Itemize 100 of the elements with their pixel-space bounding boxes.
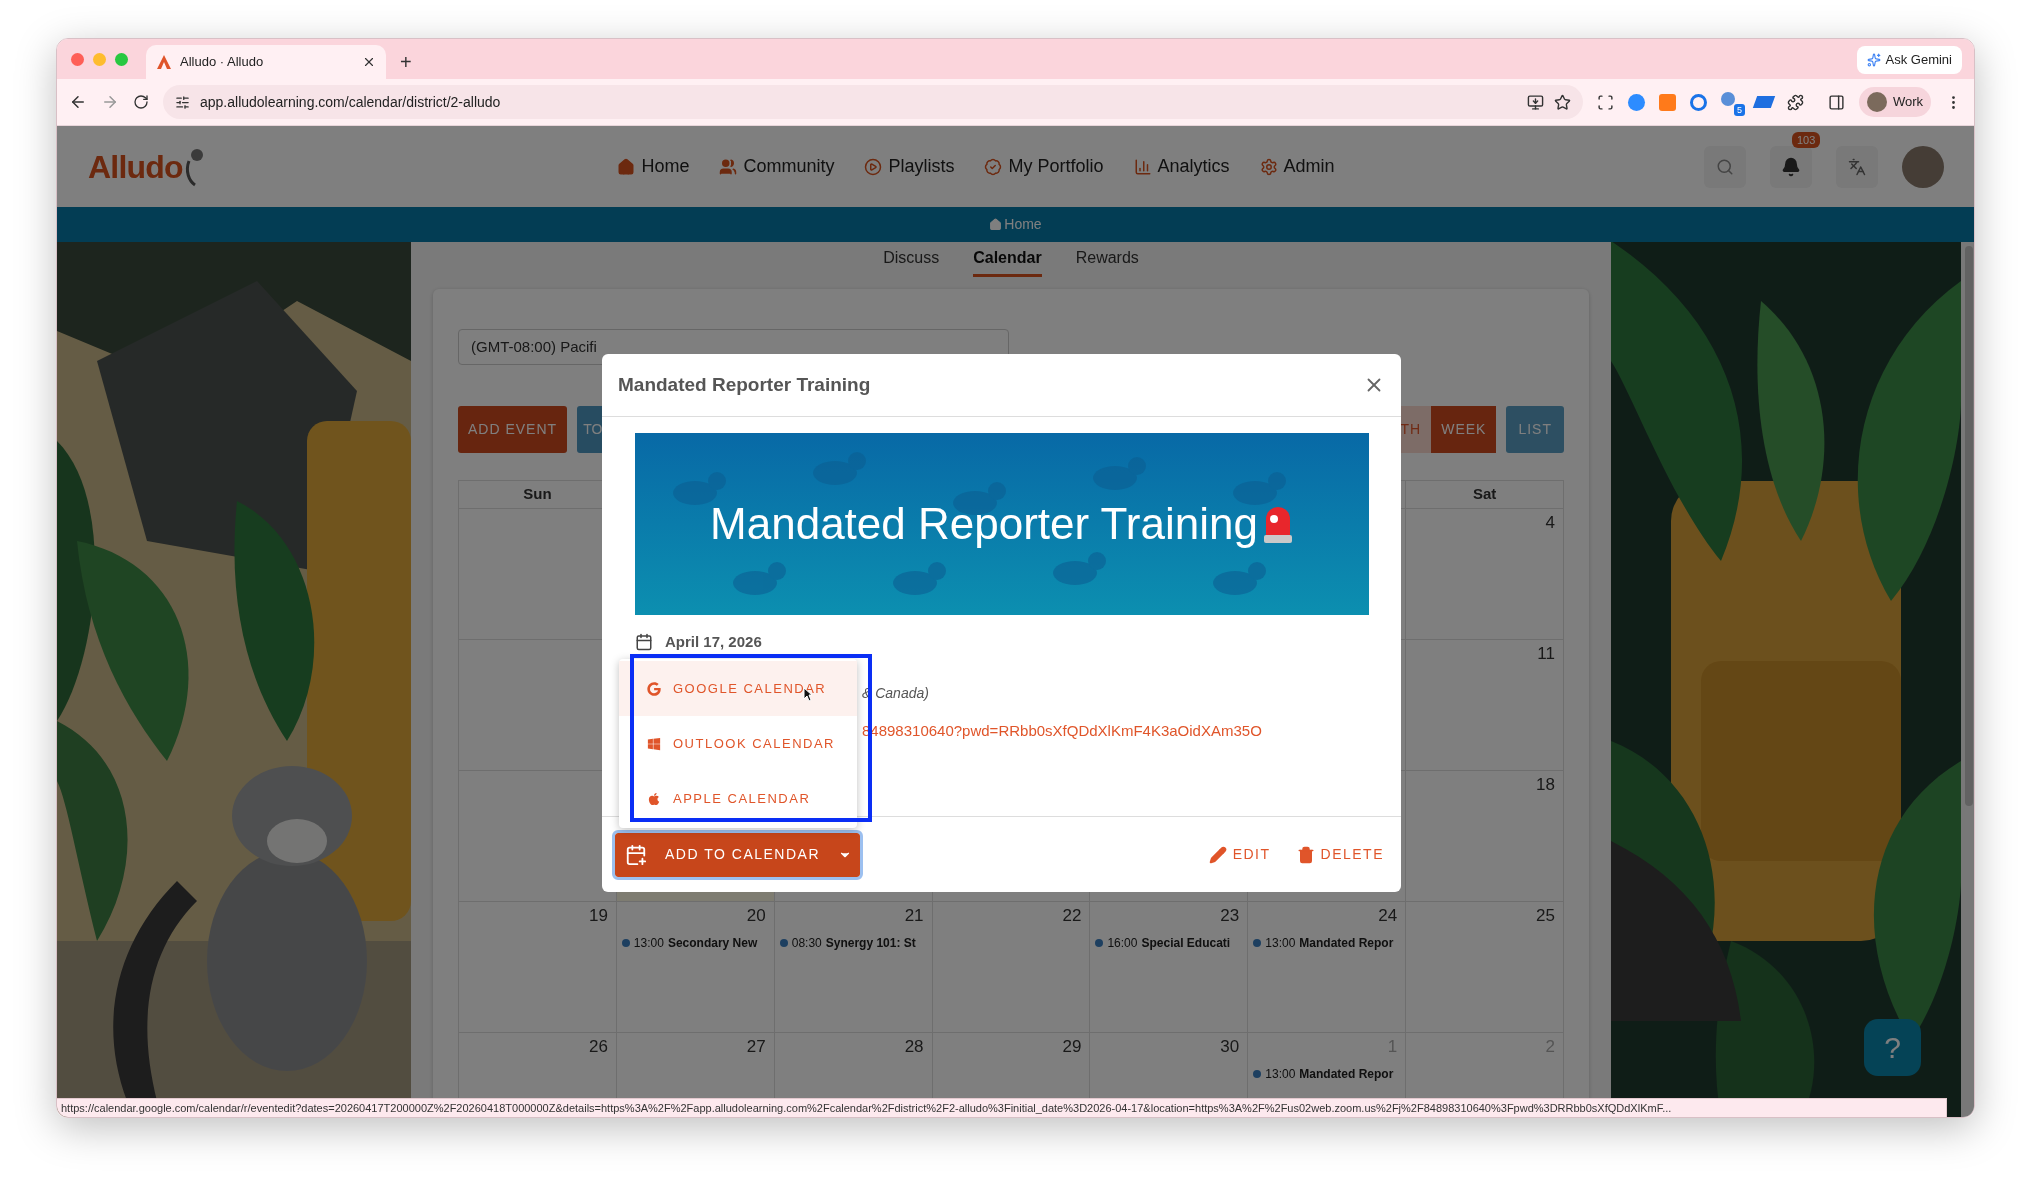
close-tab-icon[interactable] <box>362 55 376 69</box>
calendar-plus-icon <box>625 843 647 866</box>
day-number[interactable]: 11 <box>1537 641 1555 667</box>
event-time: 13:00 <box>633 935 664 952</box>
extension-icon[interactable] <box>1720 92 1735 106</box>
page-tab[interactable]: Rewards <box>1075 242 1139 277</box>
url-text: app.alludolearning.com/calendar/district/2-alludo <box>200 92 502 112</box>
weekday-header: Sat <box>1472 484 1497 505</box>
day-number[interactable]: 21 <box>904 903 924 929</box>
extensions-icon[interactable] <box>1786 93 1804 111</box>
translate-button[interactable] <box>1836 145 1878 188</box>
calendar-event[interactable]: 13:00 Secondary New <box>616 934 774 952</box>
side-panel-icon[interactable] <box>1827 93 1845 111</box>
nav-link[interactable]: Analytics <box>1133 153 1230 180</box>
page-tab[interactable]: Calendar <box>973 242 1042 277</box>
help-button[interactable]: ? <box>1864 1019 1921 1076</box>
day-number[interactable]: 26 <box>588 1034 608 1060</box>
extension-icon[interactable] <box>1752 96 1776 108</box>
gear-icon <box>1259 157 1278 176</box>
calendar-event[interactable]: 13:00 Mandated Repor <box>1248 1065 1406 1083</box>
day-number[interactable]: 18 <box>1536 772 1555 798</box>
event-time: 13:00 <box>1265 1066 1296 1083</box>
browser-tab[interactable]: Alludo · Alludo <box>146 45 386 79</box>
day-number[interactable]: 22 <box>1062 903 1082 929</box>
notifications-button[interactable] <box>1770 145 1812 188</box>
ask-gemini-button[interactable]: Ask Gemini <box>1856 46 1962 74</box>
calendar-menu-item[interactable]: GOOGLE CALENDAR <box>619 661 857 716</box>
view-button[interactable]: WEEK <box>1431 406 1497 453</box>
day-number[interactable]: 4 <box>1545 510 1555 536</box>
day-number[interactable]: 30 <box>1220 1034 1240 1060</box>
logo[interactable]: Alludo <box>88 142 183 191</box>
nav-link[interactable]: My Portfolio <box>984 153 1104 180</box>
calendar-icon <box>635 633 653 652</box>
search-icon <box>1716 157 1734 176</box>
tab-title: Alludo · Alludo <box>180 53 265 72</box>
chart-icon <box>1133 157 1152 176</box>
sparkle-icon <box>1866 53 1881 67</box>
event-title: Mandated Repor <box>1299 1066 1394 1083</box>
avatar[interactable] <box>1902 145 1944 188</box>
siren-icon <box>1261 505 1294 543</box>
dialog-action-button[interactable]: EDIT <box>1208 844 1271 865</box>
bookmark-icon[interactable] <box>1553 93 1571 111</box>
day-number[interactable]: 27 <box>746 1034 766 1060</box>
forward-icon[interactable] <box>101 93 119 111</box>
install-icon[interactable] <box>1526 93 1544 111</box>
translate-icon <box>1848 157 1866 176</box>
toolbar-button[interactable]: ADD EVENT <box>458 406 568 453</box>
page-tab[interactable]: Discuss <box>883 242 940 277</box>
extension-icon[interactable] <box>1627 93 1645 111</box>
event-time: 16:00 <box>1107 935 1138 952</box>
day-number[interactable]: 24 <box>1378 903 1398 929</box>
day-number[interactable]: 23 <box>1220 903 1240 929</box>
windows-icon <box>647 736 661 751</box>
event-date: April 17, 2026 <box>665 632 762 652</box>
site-settings-icon <box>175 94 190 110</box>
day-number[interactable]: 19 <box>588 903 608 929</box>
list-view-button[interactable]: LIST <box>1506 406 1564 453</box>
day-number[interactable]: 28 <box>904 1034 924 1060</box>
weekday-header: Sun <box>523 484 552 505</box>
bell-icon <box>1781 156 1801 177</box>
search-button[interactable] <box>1704 145 1746 188</box>
address-bar[interactable]: app.alludolearning.com/calendar/district/2-alludo <box>163 85 1583 119</box>
add-to-calendar-button[interactable]: ADD TO CALENDAR <box>615 832 860 877</box>
event-title: Secondary New <box>667 935 758 952</box>
extension-badge: 5 <box>1733 104 1745 116</box>
new-tab-button[interactable]: + <box>386 45 426 79</box>
extension-icon[interactable] <box>1658 93 1676 111</box>
profile-button[interactable]: Work <box>1858 87 1931 117</box>
event-time: 08:30 <box>791 935 822 952</box>
calendar-event[interactable]: 16:00 Special Educati <box>1090 934 1248 952</box>
breadcrumb-link[interactable]: Home <box>989 214 1042 235</box>
day-number[interactable]: 29 <box>1062 1034 1082 1060</box>
nav-link[interactable]: Admin <box>1259 153 1335 180</box>
users-icon <box>719 157 738 176</box>
scrollbar[interactable] <box>1961 242 1974 1117</box>
screenshot-icon[interactable] <box>1596 93 1614 111</box>
notification-count: 103 <box>1792 131 1821 148</box>
calendar-event[interactable]: 08:30 Synergy 101: St <box>774 934 932 952</box>
trash-icon <box>1296 845 1315 864</box>
event-title: Mandated Repor <box>1299 935 1394 952</box>
calendar-event[interactable]: 13:00 Mandated Repor <box>1248 934 1406 952</box>
badge-icon <box>984 157 1003 176</box>
dialog-action-button[interactable]: DELETE <box>1296 844 1384 865</box>
home-icon <box>989 218 1003 231</box>
back-icon[interactable] <box>69 93 87 111</box>
apple-icon <box>647 791 661 806</box>
nav-link[interactable]: Community <box>719 153 835 180</box>
calendar-menu-item[interactable]: APPLE CALENDAR <box>619 771 857 826</box>
day-number[interactable]: 20 <box>746 903 766 929</box>
calendar-menu-item[interactable]: OUTLOOK CALENDAR <box>619 716 857 771</box>
dialog-title: Mandated Reporter Training <box>618 372 871 397</box>
status-url: https://calendar.google.com/calendar/r/eventedit?dates=20260417T200000Z%2F20260418T000000Z&details=https%3A%2F%2Fapp.alludolearning.com%2Fcalendar%2Fdistrict%2F2-alludo%3Finitial_date%3D2026-04-17&location=https%3A%2F%2Fus02web.zoom.us%2Fj%2F84898310640%3Fpwd%3DRRbb0sXfQDdXlKmF... <box>61 1100 1672 1116</box>
day-number[interactable]: 25 <box>1536 903 1555 929</box>
nav-link[interactable]: Playlists <box>864 153 955 180</box>
extension-icon[interactable] <box>1689 93 1707 111</box>
nav-link[interactable]: Home <box>617 153 690 180</box>
close-window-icon[interactable] <box>71 52 84 66</box>
pencil-icon <box>1208 845 1227 864</box>
reload-icon[interactable] <box>133 94 149 110</box>
event-time: 13:00 <box>1265 935 1296 952</box>
